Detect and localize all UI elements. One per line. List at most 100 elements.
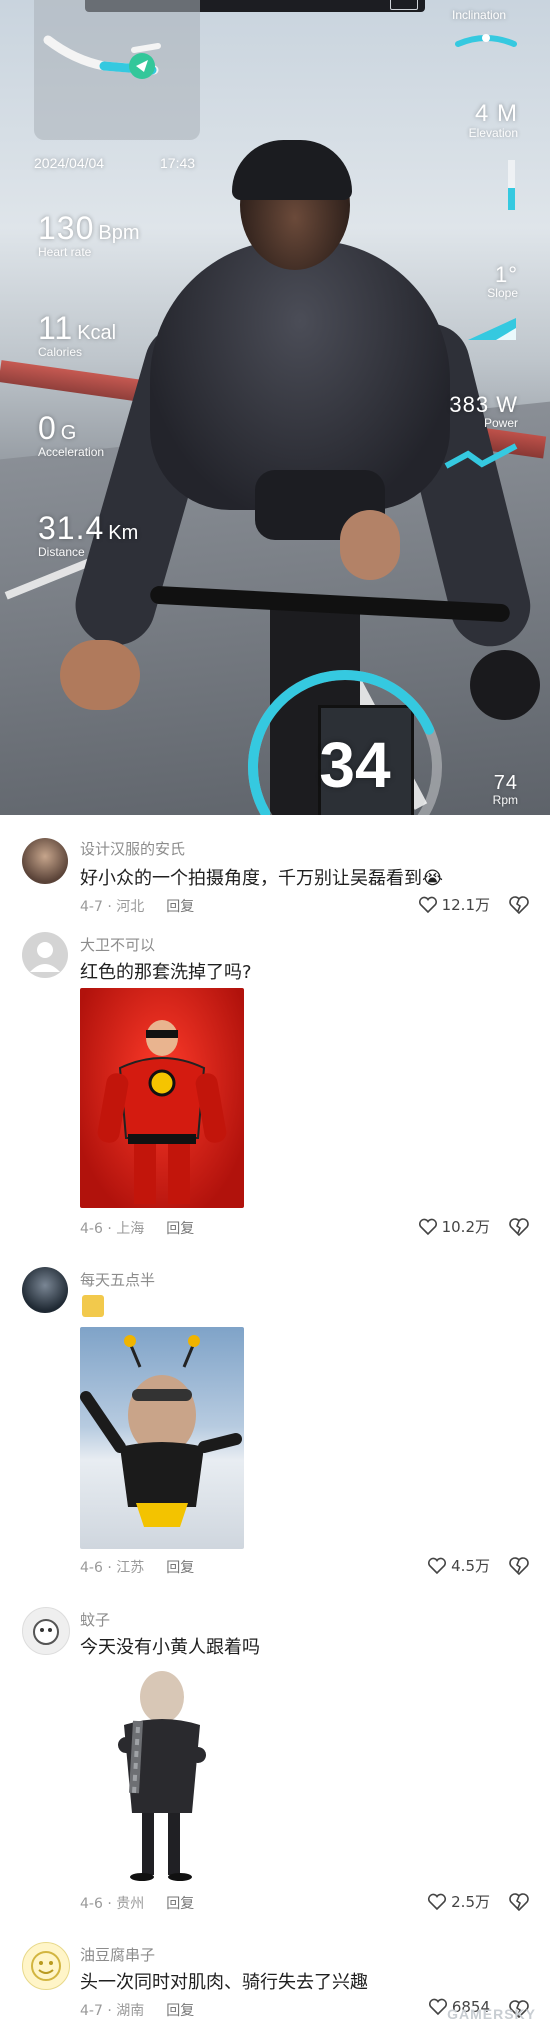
avatar[interactable] [22,1607,70,1655]
comment-item: 每天五点半 4-6 · 江苏 回复 4.5万 [0,1265,550,1585]
rider-hand [470,650,540,720]
heart-icon [428,1998,447,2016]
gru-figure [118,1671,206,1881]
power-value: 383 W [449,392,518,417]
reply-button[interactable]: 回复 [166,1896,194,1912]
like-count: 12.1万 [441,896,490,914]
minion-bee-figure [80,1335,242,1527]
heart-rate-label: Heart rate [38,245,92,259]
comment-username[interactable]: 每天五点半 [80,1269,155,1290]
calories-value: 11 [38,310,74,346]
comment-image[interactable] [80,1663,244,1883]
like-button[interactable]: 12.1万 [418,894,490,915]
heart-rate-stat: 130 Bpm Heart rate [38,210,140,259]
elevation-value: 4 M [474,100,518,127]
watermark: GAMERSKY [447,2006,536,2022]
calories-unit: Kcal [77,322,117,344]
comment-text: 红色的那套洗掉了吗? [80,962,252,983]
route-path-icon [43,35,161,79]
video-frame[interactable]: Inclination 2024/04/04 17:43 130 Bpm Hear… [0,0,550,815]
comment-username[interactable]: 大卫不可以 [80,934,155,955]
distance-unit: Km [108,522,139,544]
comment-text: 好小众的一个拍摄角度，千万别让吴磊看到😭 [80,868,444,889]
comment-location: 贵州 [116,1896,145,1912]
elevation-bar [508,160,515,210]
reply-button[interactable]: 回复 [166,1560,194,1576]
power-graph-icon [444,443,518,469]
default-avatar-icon [30,942,60,972]
comment-username[interactable]: 油豆腐串子 [80,1944,155,1965]
dislike-icon[interactable] [508,1555,530,1577]
comment-date: 4-6 [80,1221,103,1237]
acceleration-stat: 0G Acceleration [38,410,104,459]
heart-rate-unit: Bpm [98,222,140,244]
cadence-label: Rpm [492,793,518,807]
comment-text: 今天没有小黄人跟着吗 [80,1637,260,1658]
comment-date: 4-7 [80,899,103,915]
like-button[interactable]: 2.5万 [427,1891,490,1912]
comment-image[interactable] [80,988,244,1208]
rider-hand [60,640,140,710]
heart-icon [428,1557,447,1574]
slope-label: Slope [487,286,518,300]
cartoon-avatar-icon [33,1619,59,1645]
inclination-label: Inclination [452,8,507,22]
dislike-icon[interactable] [508,1891,530,1913]
acceleration-label: Acceleration [38,445,105,459]
comment-date: 4-6 [80,1896,103,1912]
comment-date: 4-6 [80,1560,103,1576]
reply-button[interactable]: 回复 [166,2003,194,2019]
inclination-gauge [455,34,517,47]
rider-leg [340,510,400,580]
comment-location: 上海 [116,1221,145,1237]
avatar[interactable] [22,1267,68,1313]
avatar[interactable] [22,838,68,884]
slope-value: 1° [494,262,518,287]
rider-helmet [232,140,352,200]
power-stat: 383 W Power [449,392,518,430]
like-count: 10.2万 [441,1218,490,1236]
heart-icon [428,1893,447,1910]
comment-location: 江苏 [116,1560,145,1576]
comment-date: 4-7 [80,2003,103,2019]
elevation-bar-fill [508,187,515,210]
elevation-label: Elevation [468,126,518,140]
slope-stat: 1° Slope [487,262,518,300]
reply-button[interactable]: 回复 [166,1221,194,1237]
comment-location: 河北 [116,899,145,915]
reply-button[interactable]: 回复 [166,899,194,915]
route-map [34,0,200,140]
heart-icon [418,896,437,913]
comment-meta: 4-7 · 河北 回复 [80,899,195,915]
comment-image[interactable] [80,1327,244,1549]
comment-meta: 4-6 · 江苏 回复 [80,1560,195,1576]
comment-username[interactable]: 设计汉服的安氏 [80,838,185,859]
like-count: 2.5万 [451,1893,490,1911]
avatar[interactable] [22,932,68,978]
dislike-icon[interactable] [508,894,530,916]
acceleration-value: 0 [38,410,57,446]
elevation-stat: 4 M Elevation [469,100,518,140]
fullscreen-icon[interactable] [390,0,418,10]
smiley-avatar-icon [31,1951,61,1981]
mr-incredible-figure [97,1020,227,1204]
slope-icon [468,318,516,340]
comment-meta: 4-6 · 贵州 回复 [80,1896,195,1912]
speed-value: 34 [319,729,391,801]
like-count: 4.5万 [451,1557,490,1575]
emoji-sticker-icon [82,1295,104,1317]
avatar[interactable] [22,1942,70,1990]
comment-meta: 4-7 · 湖南 回复 [80,2003,195,2019]
comment-text: 头一次同时对肌肉、骑行失去了兴趣 [80,1972,368,1993]
like-button[interactable]: 10.2万 [418,1216,490,1237]
calories-stat: 11 Kcal Calories [38,310,116,359]
cadence-value: 74 [493,772,518,794]
comment-item: 设计汉服的安氏 好小众的一个拍摄角度，千万别让吴磊看到😭 4-7 · 河北 回复 … [0,830,550,920]
comment-username[interactable]: 蚊子 [80,1609,110,1630]
record-time: 17:43 [160,155,196,171]
heart-icon [418,1218,437,1235]
acceleration-unit: G [60,422,77,444]
calories-label: Calories [38,345,83,359]
like-button[interactable]: 4.5万 [427,1555,490,1576]
dislike-icon[interactable] [508,1216,530,1238]
